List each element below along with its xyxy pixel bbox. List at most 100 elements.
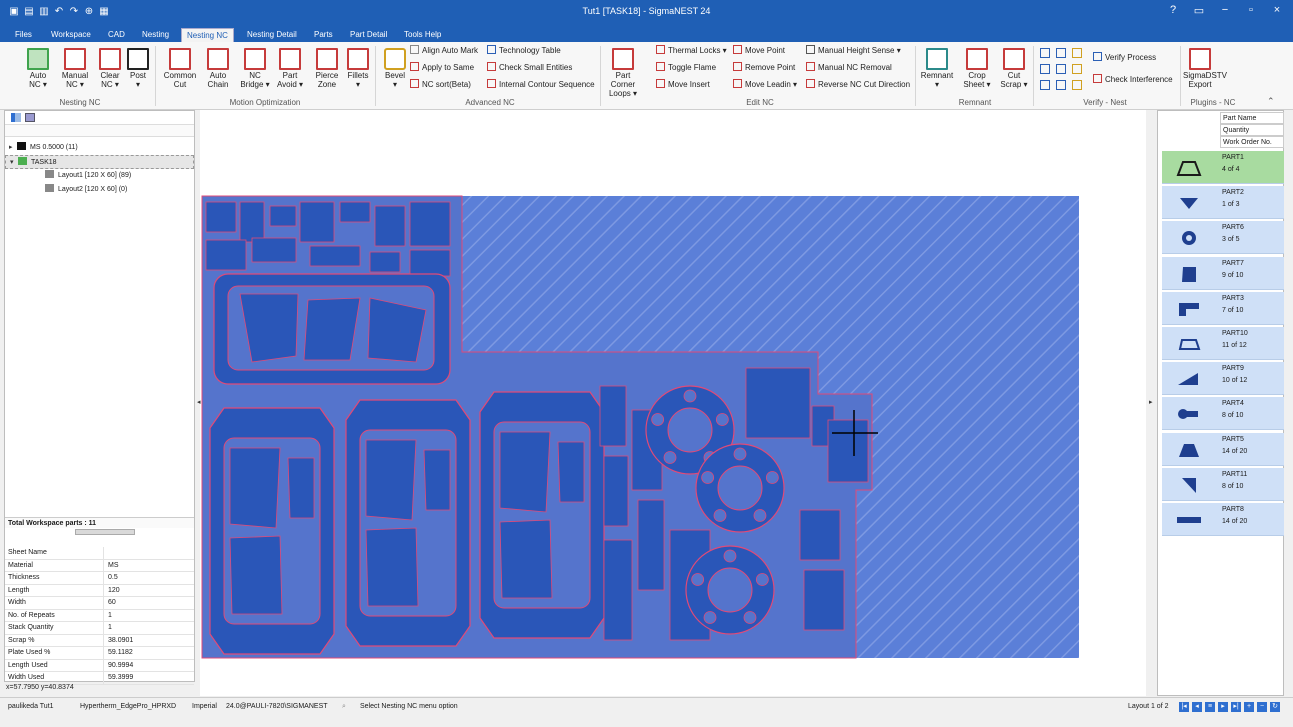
property-row[interactable]: No. of Repeats 1 [5,609,194,622]
header-quantity[interactable]: Quantity [1220,124,1284,136]
part-list-item[interactable]: PART11 8 of 10 [1162,467,1284,501]
minimize-button[interactable]: − [1219,4,1231,17]
part-corner-loops-button[interactable]: Part Corner Loops ▾ [606,46,640,98]
sort-button[interactable]: NC sort(Beta) [410,79,471,90]
tab-files[interactable]: Files [10,28,37,42]
property-row[interactable]: Sheet Name [5,547,194,560]
expand-toggle-icon[interactable]: ▸ [9,141,17,155]
grid-icon[interactable] [1040,80,1050,90]
align-button[interactable]: Align Auto Mark [410,45,478,56]
interference-button[interactable]: Check Interference [1093,74,1173,85]
panel-splitter[interactable] [75,529,135,535]
nc-bridge-button[interactable]: NC Bridge ▾ [238,46,272,89]
warning-icon[interactable] [1072,64,1082,74]
triangle-icon[interactable] [1072,48,1082,58]
remnant-button[interactable]: Remnant ▾ [920,46,954,89]
tree-view-icon[interactable] [11,113,21,122]
tab-workspace[interactable]: Workspace [46,28,96,42]
common-cut-button[interactable]: Common Cut [163,46,197,89]
auto-nc-button[interactable]: Auto NC ▾ [21,46,55,89]
property-row[interactable]: Width Used 59.3999 [5,672,194,685]
expand-toggle-icon[interactable]: ▾ [10,156,18,170]
cross-check-icon[interactable] [1040,64,1050,74]
crop-sheet-button[interactable]: Crop Sheet ▾ [960,46,994,89]
close-button[interactable]: × [1271,4,1283,17]
tab-nesting[interactable]: Nesting [137,28,174,42]
part-list-item[interactable]: PART3 7 of 10 [1162,291,1284,325]
move-leadin-button[interactable]: Move Leadin ▾ [733,79,797,90]
auto-chain-button[interactable]: Auto Chain [201,46,235,89]
prev-layout-button[interactable]: ◂ [1192,702,1202,712]
left-splitter-arrow[interactable]: ◂ [197,398,201,406]
property-row[interactable]: Thickness 0.5 [5,572,194,585]
move-insert-button[interactable]: Move Insert [656,79,710,90]
part-list-item[interactable]: PART4 8 of 10 [1162,397,1284,431]
part-list-item[interactable]: PART6 3 of 5 [1162,221,1284,255]
maximize-button[interactable]: ▫ [1245,4,1257,17]
part-list-item[interactable]: PART2 1 of 3 [1162,186,1284,220]
cut-scrap-button[interactable]: Cut Scrap ▾ [997,46,1031,89]
tab-cad[interactable]: CAD [103,28,130,42]
tree-node[interactable]: ▸ MS 0.5000 (11) [5,141,194,155]
right-splitter-arrow[interactable]: ▸ [1149,398,1153,406]
move-point-button[interactable]: Move Point [733,45,785,56]
property-row[interactable]: Width 60 [5,597,194,610]
property-row[interactable]: Length 120 [5,584,194,597]
nest-canvas[interactable] [200,110,1146,696]
layout-list-button[interactable]: ≡ [1205,702,1215,712]
part-list-item[interactable]: PART5 14 of 20 [1162,432,1284,466]
last-layout-button[interactable]: ▸| [1231,702,1241,712]
help-button[interactable]: ? [1167,4,1179,17]
post-button[interactable]: Post ▾ [121,46,155,89]
tab-parts[interactable]: Parts [309,28,338,42]
part-list-item[interactable]: PART8 14 of 20 [1162,503,1284,536]
tab-nesting-detail[interactable]: Nesting Detail [242,28,302,42]
manual-nc-button[interactable]: Manual NC ▾ [58,46,92,89]
grid-warn-icon[interactable] [1072,80,1082,90]
refresh-layout-button[interactable]: ↻ [1270,702,1280,712]
check-button[interactable]: Check Small Entities [487,62,572,73]
collapse-ribbon-button[interactable]: ⌃ [1267,96,1275,107]
list-view-icon[interactable] [25,113,35,122]
sigmadstv-export-button[interactable]: SigmaDSTV Export [1183,46,1227,89]
height-sense-button[interactable]: Manual Height Sense ▾ [806,45,901,56]
part-avoid-button[interactable]: Part Avoid ▾ [273,46,307,89]
measure-icon[interactable] [1056,48,1066,58]
remove-layout-button[interactable]: − [1257,702,1267,712]
apply-button[interactable]: Apply to Same [410,62,474,73]
table-button[interactable]: Technology Table [487,45,561,56]
thermal-locks-button[interactable]: Thermal Locks ▾ [656,45,727,56]
tree-layout-node[interactable]: Layout2 [120 X 60] (0) [5,183,194,197]
reverse-direction-button[interactable]: Reverse NC Cut Direction [806,79,910,90]
tab-part-detail[interactable]: Part Detail [345,28,392,42]
pierce-zone-button[interactable]: Pierce Zone [310,46,344,89]
sequence-button[interactable]: Internal Contour Sequence [487,79,595,90]
add-layout-button[interactable]: + [1244,702,1254,712]
flame-button[interactable]: Toggle Flame [656,62,716,73]
fillets-button[interactable]: Fillets ▾ [341,46,375,89]
bevel-button[interactable]: Bevel ▾ [378,46,412,89]
angle-icon[interactable] [1040,48,1050,58]
header-work-order[interactable]: Work Order No. [1220,136,1284,148]
part-list-item[interactable]: PART1 4 of 4 [1162,151,1284,184]
next-layout-button[interactable]: ▸ [1218,702,1228,712]
remove-point-button[interactable]: Remove Point [733,62,795,73]
tree-layout-node[interactable]: Layout1 [120 X 60] (89) [5,169,194,183]
verify-process-button[interactable]: Verify Process [1093,52,1156,63]
property-row[interactable]: Scrap % 38.0901 [5,634,194,647]
property-row[interactable]: Material MS [5,559,194,572]
tree-node[interactable]: ▾ TASK18 [5,155,194,169]
distance-icon[interactable] [1056,64,1066,74]
property-row[interactable]: Plate Used % 59.1182 [5,647,194,660]
property-row[interactable]: Length Used 90.9994 [5,659,194,672]
first-layout-button[interactable]: |◂ [1179,702,1189,712]
tab-nesting-nc[interactable]: Nesting NC [181,28,234,42]
part-list-item[interactable]: PART9 10 of 12 [1162,362,1284,396]
restore-ribbon-button[interactable]: ▭ [1193,4,1205,17]
part-list-item[interactable]: PART10 11 of 12 [1162,327,1284,360]
header-part-name[interactable]: Part Name [1220,112,1284,124]
grid-check-icon[interactable] [1056,80,1066,90]
part-list-item[interactable]: PART7 9 of 10 [1162,256,1284,290]
nest-drawing[interactable] [200,110,1146,696]
property-row[interactable]: Stack Quantity 1 [5,622,194,635]
